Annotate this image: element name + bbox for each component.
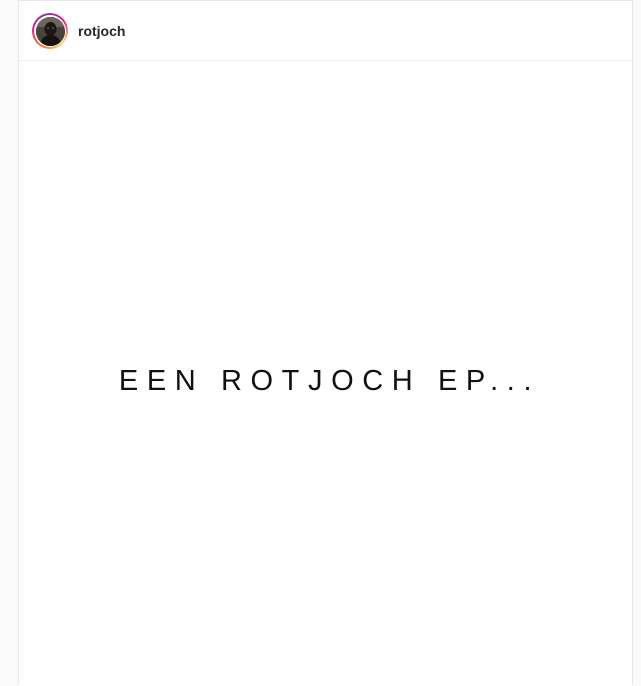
avatar-border (34, 15, 66, 47)
post-image[interactable]: EEN ROTJOCH EP... (19, 61, 632, 686)
post-header: rotjoch (19, 1, 632, 61)
post-card: rotjoch EEN ROTJOCH EP... (18, 0, 633, 686)
avatar-icon (35, 16, 65, 46)
avatar[interactable] (35, 16, 65, 46)
username-link[interactable]: rotjoch (78, 23, 125, 40)
image-text: EEN ROTJOCH EP... (118, 365, 541, 397)
story-ring[interactable] (32, 13, 68, 49)
